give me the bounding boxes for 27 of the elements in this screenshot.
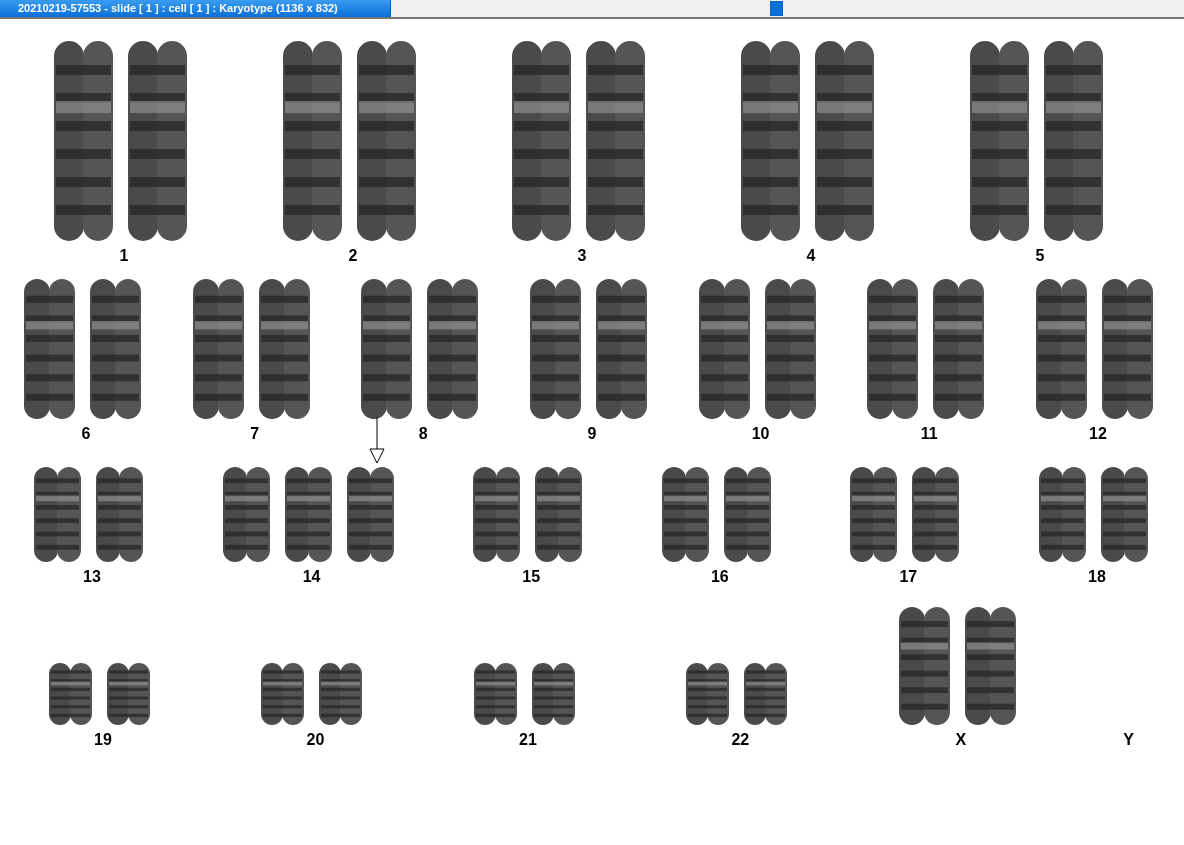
chromosome-number: 2 <box>348 247 358 265</box>
chromosome-number: 19 <box>94 731 112 749</box>
chromosome-number: 10 <box>751 425 770 443</box>
chromosome-number: 1 <box>119 247 129 265</box>
chromosome-number: 22 <box>731 731 750 749</box>
chromosome-number: 13 <box>83 568 101 586</box>
chromosome-number: 11 <box>920 425 938 443</box>
chromosome-number: X <box>955 731 967 749</box>
chromosome-number: 9 <box>587 425 597 443</box>
chromosome-number: 6 <box>81 425 91 443</box>
chromosome-number: Y <box>1123 731 1134 749</box>
down-arrow-icon <box>368 417 385 465</box>
chromosome-number: 20 <box>306 731 325 749</box>
chromosome-number: 5 <box>1035 247 1045 265</box>
chromosome-number: 21 <box>519 731 537 749</box>
chromosome-number: 4 <box>806 247 816 265</box>
scroll-thumb[interactable] <box>770 1 783 16</box>
chromosome-number: 17 <box>899 568 918 586</box>
chromosome-number: 3 <box>577 247 587 265</box>
chromosome-number: 8 <box>418 425 428 443</box>
chromosome-number: 7 <box>250 425 260 443</box>
chromosome-number: 16 <box>710 568 729 586</box>
chromosome-number: 15 <box>522 568 541 586</box>
window-title[interactable]: 20210219-57553 - slide [ 1 ] : cell [ 1 ] : Karyotype (1136 x 832) <box>0 0 391 17</box>
chromosome-number: 12 <box>1089 425 1107 443</box>
chromosome-number: 18 <box>1088 568 1106 586</box>
chromosome-number: 14 <box>302 568 321 586</box>
